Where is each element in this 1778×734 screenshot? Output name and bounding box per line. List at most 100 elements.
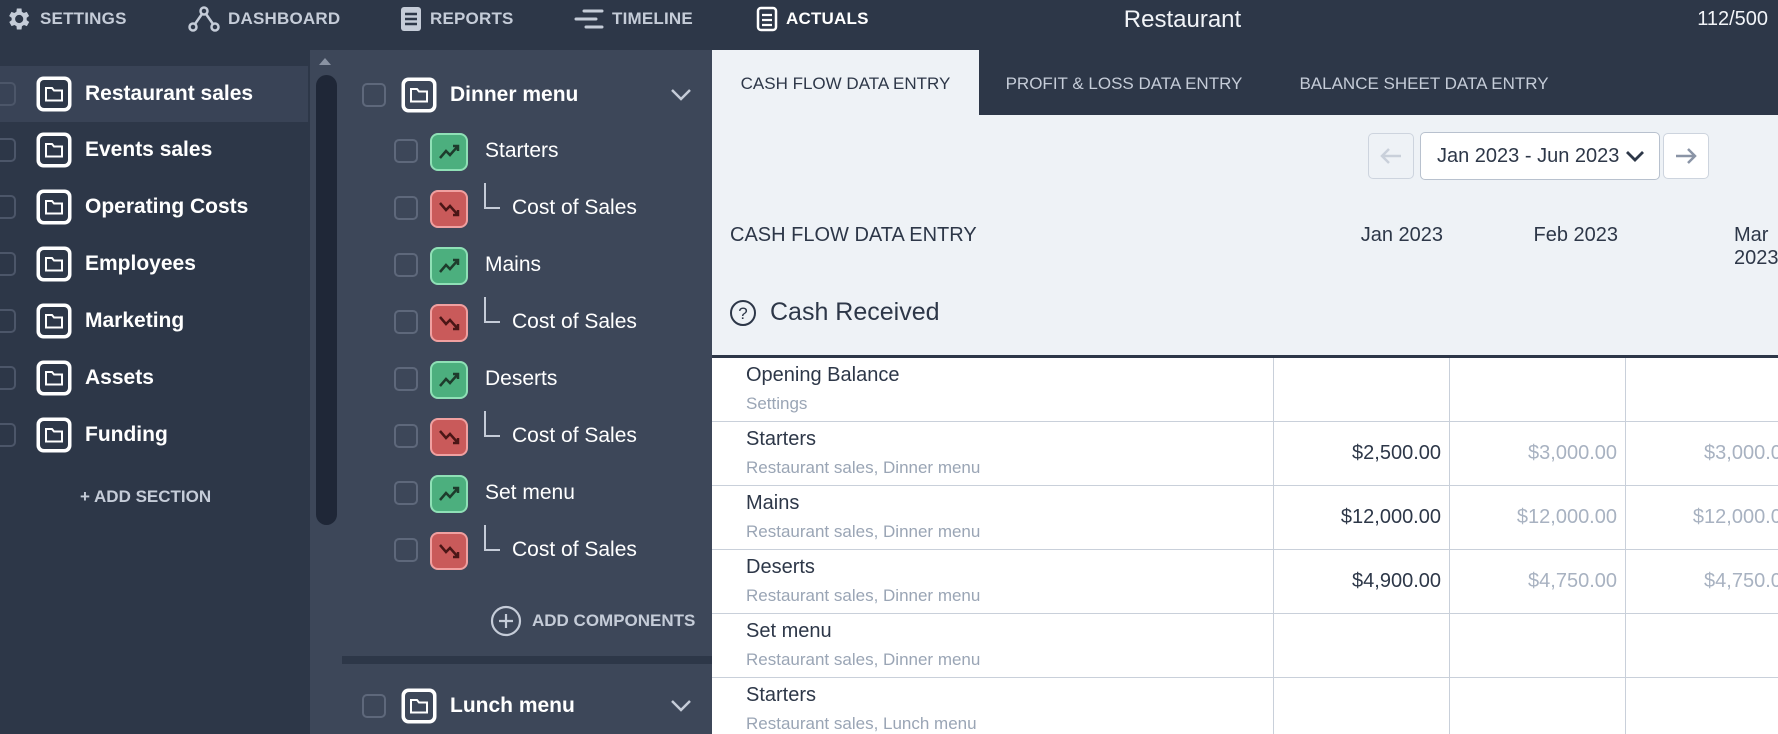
table-row: Mains Restaurant sales, Dinner menu $12,… bbox=[712, 486, 1778, 550]
tab-profit-loss[interactable]: PROFIT & LOSS DATA ENTRY bbox=[979, 50, 1269, 115]
trend-down-icon bbox=[430, 304, 468, 342]
component-label: Starters bbox=[485, 139, 559, 162]
value-cell[interactable] bbox=[1273, 614, 1449, 677]
child-connector bbox=[484, 411, 500, 437]
nav-settings[interactable]: SETTINGS bbox=[4, 7, 127, 31]
trend-down-icon bbox=[430, 532, 468, 570]
group-checkbox[interactable] bbox=[362, 83, 386, 107]
value-cell[interactable] bbox=[1449, 614, 1625, 677]
trend-up-icon bbox=[430, 475, 468, 513]
value-cell[interactable]: $4,750.00 bbox=[1449, 550, 1625, 613]
component-label: Mains bbox=[485, 253, 542, 276]
component-checkbox[interactable] bbox=[394, 424, 418, 448]
section-checkbox[interactable] bbox=[0, 423, 16, 447]
nav-dashboard[interactable]: DASHBOARD bbox=[188, 6, 341, 32]
previous-period-button[interactable] bbox=[1368, 133, 1414, 179]
tab-balance-sheet[interactable]: BALANCE SHEET DATA ENTRY bbox=[1269, 50, 1579, 115]
section-checkbox[interactable] bbox=[0, 309, 16, 333]
component-item-cost-of-sales[interactable]: Cost of Sales bbox=[342, 295, 712, 352]
table-row: Opening Balance Settings bbox=[712, 358, 1778, 422]
value-cell[interactable]: $12,000.00 bbox=[1449, 486, 1625, 549]
value-cell[interactable] bbox=[1273, 678, 1449, 734]
add-components-label: ADD COMPONENTS bbox=[532, 611, 696, 630]
clipboard-icon bbox=[756, 6, 778, 32]
scrollbar-thumb[interactable] bbox=[316, 75, 337, 525]
app-title: Restaurant bbox=[1123, 6, 1242, 33]
group-lunch-menu[interactable]: Lunch menu bbox=[342, 678, 712, 734]
value-cell[interactable]: $12,000.00 bbox=[1273, 486, 1449, 549]
component-item-mains[interactable]: Mains bbox=[342, 238, 712, 295]
group-dinner-menu[interactable]: Dinner menu bbox=[342, 67, 712, 123]
component-checkbox[interactable] bbox=[394, 310, 418, 334]
row-source: Restaurant sales, Lunch menu bbox=[746, 714, 977, 733]
component-item-cost-of-sales[interactable]: Cost of Sales bbox=[342, 181, 712, 238]
value-cell[interactable]: $4,750.00 bbox=[1625, 550, 1778, 613]
component-checkbox[interactable] bbox=[394, 253, 418, 277]
add-components-button[interactable]: ADD COMPONENTS bbox=[490, 605, 695, 637]
value-cell[interactable] bbox=[1449, 358, 1625, 421]
date-range-select[interactable]: Jan 2023 - Jun 2023 bbox=[1420, 132, 1660, 180]
row-name: Mains bbox=[746, 492, 800, 514]
sidebar-item-operating-costs[interactable]: Operating Costs bbox=[0, 179, 308, 235]
component-item-starters[interactable]: Starters bbox=[342, 124, 712, 181]
top-nav-bar: SETTINGS DASHBOARD REPORTS TIMELINE ACTU… bbox=[0, 0, 1778, 50]
scroll-up-icon[interactable] bbox=[319, 58, 331, 65]
sidebar-item-employees[interactable]: Employees bbox=[0, 236, 308, 292]
sidebar-item-label: Assets bbox=[85, 366, 154, 389]
group-checkbox[interactable] bbox=[362, 694, 386, 718]
nav-actuals[interactable]: ACTUALS bbox=[756, 6, 869, 32]
component-checkbox[interactable] bbox=[394, 139, 418, 163]
trend-down-icon bbox=[430, 418, 468, 456]
component-item-deserts[interactable]: Deserts bbox=[342, 352, 712, 409]
nav-dashboard-label: DASHBOARD bbox=[228, 9, 341, 28]
component-checkbox[interactable] bbox=[394, 481, 418, 505]
section-title: Cash Received bbox=[770, 298, 940, 326]
folder-icon bbox=[36, 132, 72, 168]
sidebar-item-events-sales[interactable]: Events sales bbox=[0, 122, 308, 178]
component-item-cost-of-sales[interactable]: Cost of Sales bbox=[342, 409, 712, 466]
folder-icon bbox=[36, 189, 72, 225]
section-checkbox[interactable] bbox=[0, 252, 16, 276]
row-source: Restaurant sales, Dinner menu bbox=[746, 522, 981, 541]
component-checkbox[interactable] bbox=[394, 367, 418, 391]
section-checkbox[interactable] bbox=[0, 195, 16, 219]
table-row: Deserts Restaurant sales, Dinner menu $4… bbox=[712, 550, 1778, 614]
value-cell[interactable] bbox=[1625, 358, 1778, 421]
value-cell[interactable] bbox=[1625, 678, 1778, 734]
plus-icon: + bbox=[80, 487, 90, 506]
nav-timeline[interactable]: TIMELINE bbox=[574, 7, 693, 31]
section-checkbox[interactable] bbox=[0, 138, 16, 162]
row-source: Restaurant sales, Dinner menu bbox=[746, 586, 981, 605]
value-cell[interactable]: $3,000.00 bbox=[1625, 422, 1778, 485]
value-cell[interactable]: $4,900.00 bbox=[1273, 550, 1449, 613]
value-cell[interactable] bbox=[1449, 678, 1625, 734]
report-icon bbox=[401, 7, 421, 31]
value-cell[interactable] bbox=[1625, 614, 1778, 677]
sidebar-item-restaurant-sales[interactable]: Restaurant sales bbox=[0, 66, 308, 122]
component-item-set-menu[interactable]: Set menu bbox=[342, 466, 712, 523]
section-checkbox[interactable] bbox=[0, 366, 16, 390]
add-section-button[interactable]: + ADD SECTION bbox=[80, 487, 211, 507]
component-checkbox[interactable] bbox=[394, 538, 418, 562]
component-label: Deserts bbox=[485, 367, 558, 390]
month-header: Mar 2023 bbox=[1734, 224, 1778, 269]
nav-reports[interactable]: REPORTS bbox=[400, 7, 514, 31]
component-item-cost-of-sales[interactable]: Cost of Sales bbox=[342, 523, 712, 580]
chevron-down-icon[interactable] bbox=[670, 699, 692, 713]
value-cell[interactable]: $2,500.00 bbox=[1273, 422, 1449, 485]
value-cell[interactable] bbox=[1273, 358, 1449, 421]
value-cell[interactable]: $12,000.00 bbox=[1625, 486, 1778, 549]
nav-settings-label: SETTINGS bbox=[40, 9, 127, 28]
section-checkbox[interactable] bbox=[0, 82, 16, 106]
next-period-button[interactable] bbox=[1663, 133, 1709, 179]
value-cell[interactable]: $3,000.00 bbox=[1449, 422, 1625, 485]
help-icon[interactable]: ? bbox=[730, 299, 756, 326]
sidebar-item-assets[interactable]: Assets bbox=[0, 350, 308, 406]
chevron-down-icon[interactable] bbox=[670, 88, 692, 102]
nodes-icon bbox=[188, 6, 220, 32]
sidebar-item-marketing[interactable]: Marketing bbox=[0, 293, 308, 349]
sidebar-item-funding[interactable]: Funding bbox=[0, 407, 308, 463]
tab-cash-flow[interactable]: CASH FLOW DATA ENTRY bbox=[712, 50, 979, 115]
component-checkbox[interactable] bbox=[394, 196, 418, 220]
folder-icon bbox=[401, 77, 437, 113]
